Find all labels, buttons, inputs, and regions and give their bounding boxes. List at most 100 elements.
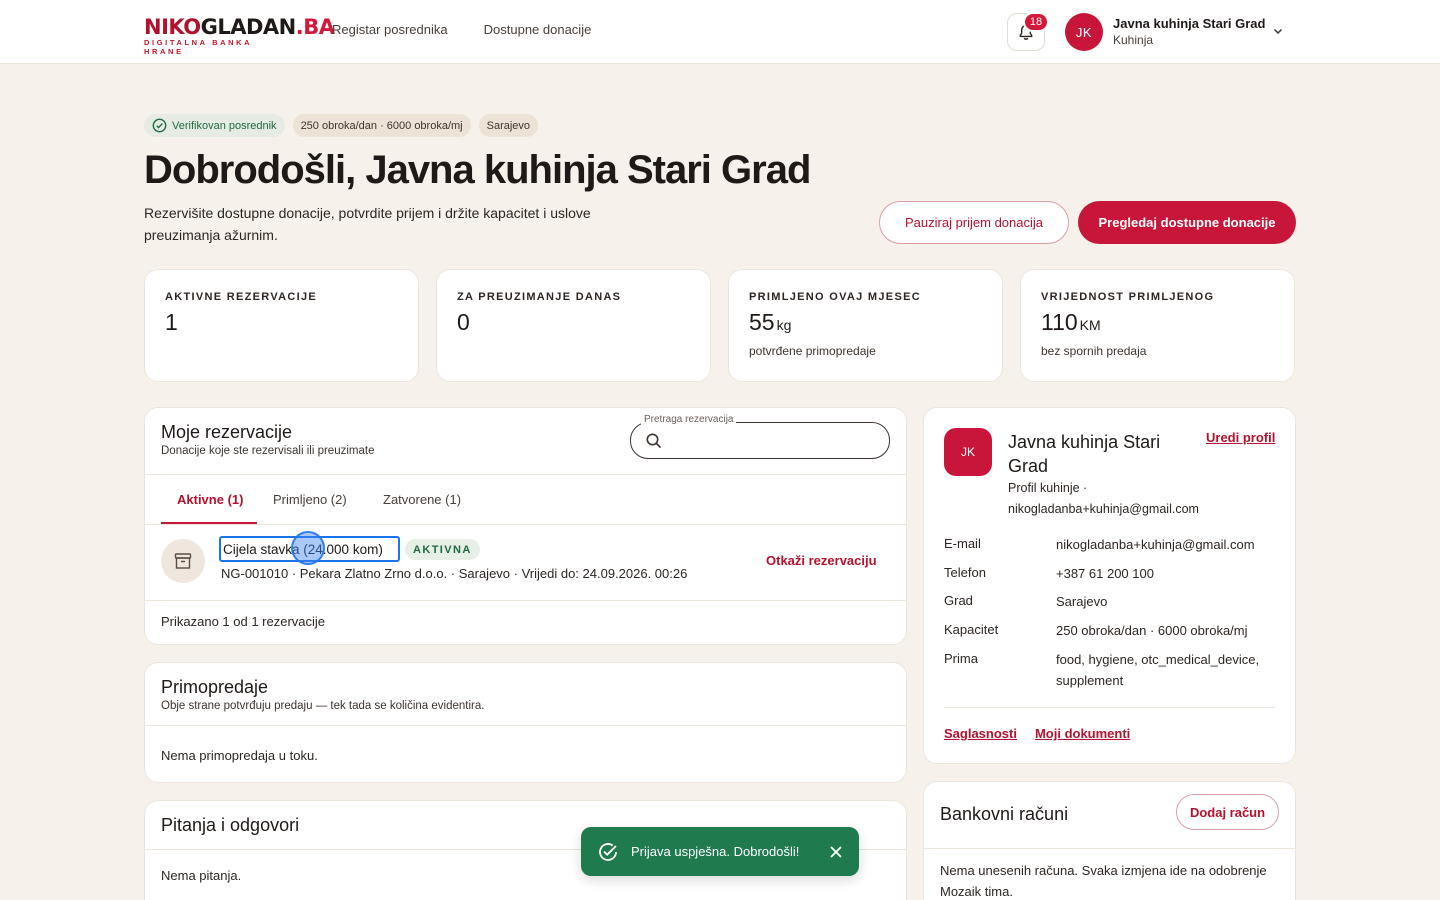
verified-chip-label: Verifikovan posrednik <box>172 119 277 132</box>
handovers-subtitle: Obje strane potvrđuju predaju — tek tada… <box>161 700 485 712</box>
close-icon <box>830 845 842 858</box>
stat-number: 55 <box>749 309 775 335</box>
nav-link-registry[interactable]: Registar posrednika <box>332 22 448 37</box>
check-circle-icon <box>599 842 617 861</box>
logo-tagline: DIGITALNA BANKA HRANE <box>144 38 252 56</box>
stat-number: 0 <box>457 309 470 335</box>
cancel-reservation-button[interactable]: Otkaži rezervaciju <box>766 553 877 568</box>
reservations-search-input[interactable] <box>630 422 890 459</box>
stat-unit: KM <box>1079 317 1101 333</box>
reservations-count: Prikazano 1 od 1 rezervacije <box>161 614 326 629</box>
stat-card-received: PRIMLJENO OVAJ MJESEC 55 kg potvrđene pri… <box>728 269 1003 382</box>
close-toast-button[interactable] <box>829 845 843 859</box>
pause-donations-button[interactable]: Pauziraj prijem donacija <box>879 201 1069 244</box>
handovers-title: Primopredaje <box>161 677 269 697</box>
stat-value: 110 KM <box>1041 309 1274 336</box>
reservations-subtitle: Donacije koje ste rezervisali ili preuzi… <box>161 445 375 457</box>
logo-part-1: NIKO <box>144 15 201 39</box>
stat-note: potvrđene primopredaje <box>749 344 876 358</box>
success-toast: Prijava uspješna. Dobrodošli! <box>581 827 859 876</box>
stat-label: ZA PREUZIMANJE DANAS <box>457 291 622 303</box>
main-nav: Registar posrednika Dostupne donacije <box>332 22 591 37</box>
profile-name: Javna kuhinja Stari Grad <box>1008 432 1161 476</box>
profile-card: JK Javna kuhinja Stari Grad Uredi profil… <box>923 407 1296 764</box>
field-value-accepts: food, hygiene, otc_medical_device, suppl… <box>1056 652 1260 688</box>
field-value-capacity: 250 obroka/dan · 6000 obroka/mj <box>1056 623 1248 638</box>
archive-icon <box>161 539 205 583</box>
tab-active[interactable]: Aktivne (1) <box>177 474 243 524</box>
stat-card-today: ZA PREUZIMANJE DANAS 0 <box>436 269 711 382</box>
search-label: Pretraga rezervacija <box>641 414 737 425</box>
tab-received[interactable]: Primljeno (2) <box>273 474 347 524</box>
profile-chips: Verifikovan posrednik 250 obroka/dan · 6… <box>144 114 539 137</box>
stat-value: 55 kg <box>749 309 982 336</box>
documents-link[interactable]: Moji dokumenti <box>1035 726 1130 741</box>
nav-link-donations[interactable]: Dostupne donacije <box>484 22 592 37</box>
notification-count-badge: 18 <box>1023 12 1049 32</box>
consents-link[interactable]: Saglasnosti <box>944 726 1017 741</box>
tab-closed[interactable]: Zatvorene (1) <box>383 474 461 524</box>
handovers-card: Primopredaje Obje strane potvrđuju preda… <box>144 662 907 783</box>
logo-part-2: GLADAN <box>200 15 297 39</box>
field-value-city: Sarajevo <box>1056 594 1108 609</box>
stat-number: 110 <box>1041 309 1078 335</box>
field-label-capacity: Kapacitet <box>944 622 999 637</box>
user-menu-toggle[interactable] <box>1272 24 1284 42</box>
logo-wordmark: NIKO GLADAN .BA <box>144 15 335 39</box>
page-subtitle: Rezervišite dostupne donacije, potvrdite… <box>144 205 591 243</box>
search-icon <box>645 432 663 455</box>
qa-empty: Nema pitanja. <box>161 868 242 883</box>
logo-part-3: .BA <box>295 15 335 39</box>
user-role: Kuhinja <box>1113 33 1154 47</box>
stat-label: AKTIVNE REZERVACIJE <box>165 291 318 303</box>
divider <box>924 848 1295 849</box>
profile-subtitle: Profil kuhinje · nikogladanba+kuhinja@gm… <box>1008 481 1199 516</box>
handovers-empty: Nema primopredaja u toku. <box>161 748 318 763</box>
user-name[interactable]: Javna kuhinja Stari Grad <box>1113 16 1265 31</box>
divider <box>145 725 906 726</box>
toast-message: Prijava uspješna. Dobrodošli! <box>631 844 800 859</box>
field-label-accepts: Prima <box>944 651 978 666</box>
field-label-phone: Telefon <box>944 565 986 580</box>
stat-value: 0 <box>457 309 690 336</box>
field-label-email: E-mail <box>944 536 981 551</box>
field-label-city: Grad <box>944 593 973 608</box>
stat-value: 1 <box>165 309 398 336</box>
edit-profile-link[interactable]: Uredi profil <box>1206 430 1275 445</box>
profile-links: Saglasnosti Moji dokumenti <box>944 726 1130 741</box>
browse-donations-button[interactable]: Pregledaj dostupne donacije <box>1078 201 1296 244</box>
qa-title: Pitanja i odgovori <box>161 815 300 835</box>
divider <box>944 707 1275 708</box>
cursor-indicator <box>291 531 325 565</box>
capacity-chip: 250 obroka/dan · 6000 obroka/mj <box>292 114 471 137</box>
stat-unit: kg <box>776 317 792 333</box>
user-avatar[interactable]: JK <box>1065 13 1103 51</box>
stat-card-active: AKTIVNE REZERVACIJE 1 <box>144 269 419 382</box>
logo[interactable]: NIKO GLADAN .BA DIGITALNA BANKA HRANE <box>144 15 335 56</box>
field-value-email: nikogladanba+kuhinja@gmail.com <box>1056 537 1255 552</box>
top-bar: NIKO GLADAN .BA DIGITALNA BANKA HRANE Regi… <box>0 0 1440 64</box>
field-value-phone: +387 61 200 100 <box>1056 566 1154 581</box>
reservations-card: Moje rezervacije Donacije koje ste rezer… <box>144 407 907 645</box>
stat-number: 1 <box>165 309 178 335</box>
profile-avatar: JK <box>944 428 992 476</box>
verified-chip: Verifikovan posrednik <box>144 114 285 137</box>
divider <box>145 600 906 601</box>
add-account-button[interactable]: Dodaj račun <box>1176 794 1279 830</box>
stat-label: VRIJEDNOST PRIMLJENOG <box>1041 291 1215 303</box>
bank-title: Bankovni računi <box>940 804 1069 824</box>
bank-card: Bankovni računi Dodaj račun Nema uneseni… <box>923 781 1296 900</box>
bank-empty: Nema unesenih računa. Svaka izmjena ide … <box>940 863 1267 899</box>
page-title: Dobrodošli, Javna kuhinja Stari Grad <box>144 148 811 192</box>
stat-card-value: VRIJEDNOST PRIMLJENOG 110 KM bez spornih … <box>1020 269 1295 382</box>
reservations-title: Moje rezervacije <box>161 422 293 442</box>
chevron-down-icon <box>1273 28 1283 35</box>
stat-note: bez spornih predaja <box>1041 344 1147 358</box>
status-badge: AKTIVNA <box>405 539 480 560</box>
divider <box>145 524 906 525</box>
city-chip: Sarajevo <box>478 114 539 137</box>
check-circle-icon <box>152 118 167 133</box>
reservation-meta: NG-001010 · Pekara Zlatno Zrno d.o.o. · … <box>221 566 688 581</box>
reservation-tabs: Aktivne (1) Primljeno (2) Zatvorene (1) <box>145 474 906 524</box>
stat-label: PRIMLJENO OVAJ MJESEC <box>749 291 921 303</box>
